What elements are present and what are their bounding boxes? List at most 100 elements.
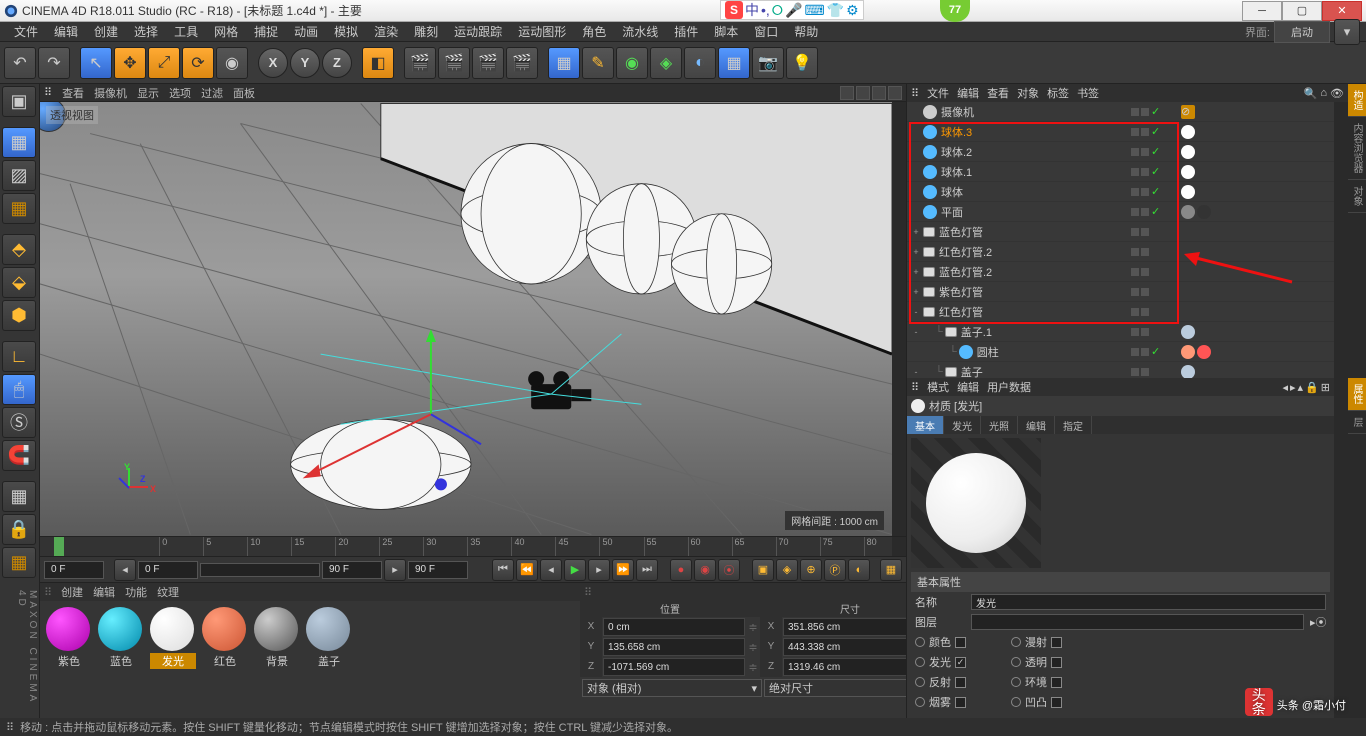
attr-tab[interactable]: 光照 — [981, 416, 1018, 434]
object-row[interactable]: - └ 盖子 — [907, 362, 1334, 378]
slider-start-field[interactable] — [138, 561, 198, 579]
timeline-cursor[interactable] — [54, 537, 64, 556]
vp-menu-filter[interactable]: 过滤 — [201, 85, 223, 101]
mat-menu-edit[interactable]: 编辑 — [93, 584, 115, 600]
channel-toggle[interactable]: 烟雾 — [915, 694, 1005, 710]
ime-toolbar[interactable]: S 中 •, ⭘ 🎤 ⌨ 👕 ⚙ — [720, 0, 864, 20]
material-preview[interactable] — [911, 438, 1041, 568]
attr-tab[interactable]: 基本 — [907, 416, 944, 434]
menu-mesh[interactable]: 网格 — [206, 21, 246, 42]
camera-button[interactable]: 📷 — [752, 47, 784, 79]
menu-create[interactable]: 创建 — [86, 21, 126, 42]
workplane2-button[interactable]: ▦ — [2, 481, 36, 512]
om-menu-objects[interactable]: 对象 — [1017, 85, 1039, 101]
sidetab2-layer[interactable]: 层 — [1348, 411, 1366, 434]
vp-nav1-icon[interactable] — [840, 86, 854, 100]
next-key-button[interactable]: ⏩ — [612, 559, 634, 581]
om-eye-icon[interactable]: 👁 — [1330, 87, 1344, 100]
record-button[interactable]: ● — [670, 559, 692, 581]
layer-pick-icon[interactable]: ▸⦿ — [1310, 614, 1326, 630]
channel-toggle[interactable]: 凹凸 — [1011, 694, 1101, 710]
mat-menu-create[interactable]: 创建 — [61, 584, 83, 600]
ime-tool-icon[interactable]: ⚙ — [846, 2, 859, 19]
om-menu-bookmarks[interactable]: 书签 — [1077, 85, 1099, 101]
attr-tab[interactable]: 指定 — [1055, 416, 1092, 434]
planar-button[interactable]: ▦ — [2, 547, 36, 578]
om-menu-view[interactable]: 查看 — [987, 85, 1009, 101]
powerslider-button[interactable]: ▦ — [880, 559, 902, 581]
panel-grip-icon[interactable]: ⠿ — [911, 381, 919, 394]
om-home-icon[interactable]: ⌂ — [1320, 87, 1327, 100]
sidetab-construct[interactable]: 构造 — [1348, 84, 1366, 117]
layout-select[interactable]: 启动 — [1274, 21, 1330, 43]
viewport[interactable]: 透视视图 — [40, 102, 892, 536]
ime-punct-icon[interactable]: •, — [761, 2, 770, 18]
attr-new-icon[interactable]: ⊞ — [1321, 381, 1330, 394]
vp-menu-display[interactable]: 显示 — [137, 85, 159, 101]
attr-nav-up-icon[interactable]: ▴ — [1298, 381, 1304, 394]
object-row[interactable]: └ 圆柱 ✓ — [907, 342, 1334, 362]
coord-pos-field[interactable] — [603, 638, 745, 656]
material-item[interactable]: 盖子 — [306, 607, 352, 712]
next-frame-button[interactable]: ▸ — [588, 559, 610, 581]
vp-nav4-icon[interactable] — [888, 86, 902, 100]
object-row[interactable]: 球体.3 ✓ — [907, 122, 1334, 142]
edge-mode-button[interactable]: ⬙ — [2, 267, 36, 298]
ime-icon[interactable]: S — [725, 1, 743, 19]
panel-grip-icon[interactable]: ⠿ — [44, 86, 52, 99]
om-menu-edit[interactable]: 编辑 — [957, 85, 979, 101]
key-pla-button[interactable]: ◐ — [848, 559, 870, 581]
vp-menu-cameras[interactable]: 摄像机 — [94, 85, 127, 101]
range-slider[interactable] — [200, 563, 320, 577]
y-axis-toggle[interactable]: Y — [290, 48, 320, 78]
z-axis-toggle[interactable]: Z — [322, 48, 352, 78]
coord-size-field[interactable] — [783, 658, 925, 676]
menu-file[interactable]: 文件 — [6, 21, 46, 42]
menu-plugins[interactable]: 插件 — [666, 21, 706, 42]
minimize-button[interactable]: ─ — [1242, 1, 1282, 21]
workplane-button[interactable]: ▦ — [2, 193, 36, 224]
redo-button[interactable]: ↷ — [38, 47, 70, 79]
attr-scrollbar[interactable] — [1334, 378, 1348, 718]
attr-nav-fwd-icon[interactable]: ▸ — [1290, 381, 1296, 394]
poly-mode-button[interactable]: ⬢ — [2, 300, 36, 331]
scale-tool[interactable]: ⤢ — [148, 47, 180, 79]
deformer-button[interactable]: ◐ — [684, 47, 716, 79]
object-row[interactable]: 摄像机 ✓ ⊘ — [907, 102, 1334, 122]
slider-end-field[interactable] — [322, 561, 382, 579]
key-param-button[interactable]: Ⓟ — [824, 559, 846, 581]
channel-toggle[interactable]: 漫射 — [1011, 634, 1101, 650]
nurbs-button[interactable]: ◉ — [616, 47, 648, 79]
magnet-button[interactable]: 🧲 — [2, 440, 36, 471]
menu-sculpt[interactable]: 雕刻 — [406, 21, 446, 42]
ime-lang[interactable]: 中 — [745, 0, 759, 20]
goto-start-button[interactable]: ⏮ — [492, 559, 514, 581]
cube-primitive-button[interactable]: ▦ — [548, 47, 580, 79]
environment-button[interactable]: ▦ — [718, 47, 750, 79]
material-item[interactable]: 发光 — [150, 607, 196, 712]
vp-menu-view[interactable]: 查看 — [62, 85, 84, 101]
snap-button[interactable]: Ⓢ — [2, 407, 36, 438]
render-region-button[interactable]: 🎬 — [438, 47, 470, 79]
render-settings-button[interactable]: 🎬 — [506, 47, 538, 79]
panel-grip-icon[interactable]: ⠿ — [44, 586, 51, 599]
attr-menu-mode[interactable]: 模式 — [927, 379, 949, 395]
menu-character[interactable]: 角色 — [574, 21, 614, 42]
attr-tab[interactable]: 发光 — [944, 416, 981, 434]
coord-size-field[interactable] — [783, 638, 925, 656]
menu-tools[interactable]: 工具 — [166, 21, 206, 42]
sidetab-browser[interactable]: 内容浏览器 — [1348, 117, 1366, 180]
key-scale-button[interactable]: ◈ — [776, 559, 798, 581]
menu-help[interactable]: 帮助 — [786, 21, 826, 42]
object-row[interactable]: - └ 盖子.1 — [907, 322, 1334, 342]
menu-simulate[interactable]: 模拟 — [326, 21, 366, 42]
sidetab2-attr[interactable]: 属性 — [1348, 378, 1366, 411]
model-mode-button[interactable]: ▦ — [2, 127, 36, 158]
maximize-button[interactable]: ▢ — [1282, 1, 1322, 21]
ime-skin-icon[interactable]: 👕 — [827, 2, 844, 19]
key-rot-button[interactable]: ⊕ — [800, 559, 822, 581]
tweak-button[interactable]: 🖱 — [2, 374, 36, 405]
menu-render[interactable]: 渲染 — [366, 21, 406, 42]
om-menu-file[interactable]: 文件 — [927, 85, 949, 101]
channel-toggle[interactable]: 环境 — [1011, 674, 1101, 690]
